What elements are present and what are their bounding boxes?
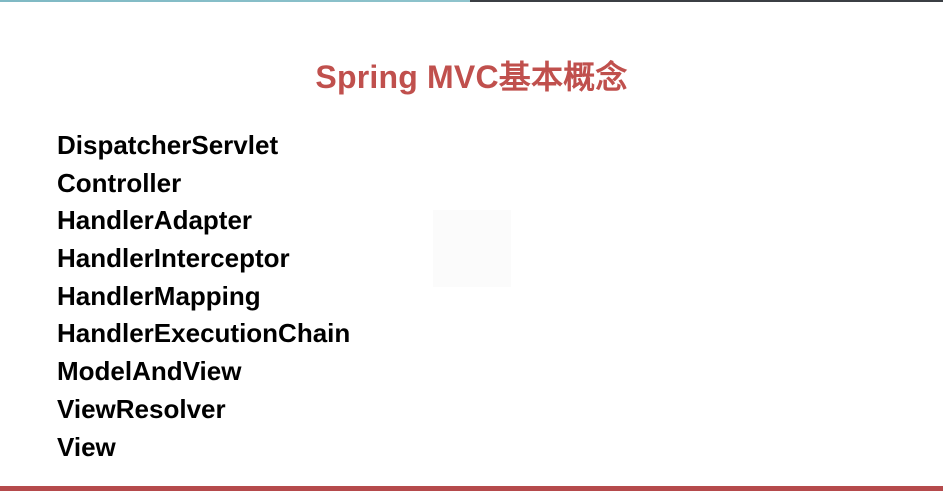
slide-title: Spring MVC基本概念 — [315, 59, 628, 96]
concept-item-controller: Controller — [57, 167, 182, 198]
bottom-accent-bar — [0, 486, 943, 491]
concept-item-modelandview: ModelAndView — [57, 356, 242, 387]
faint-placeholder-box — [433, 210, 511, 287]
concept-list: DispatcherServlet Controller HandlerAdap… — [57, 127, 350, 466]
concept-item-handlermapping: HandlerMapping — [57, 280, 261, 311]
concept-item-handlerinterceptor: HandlerInterceptor — [57, 243, 290, 274]
concept-item-view: View — [57, 431, 116, 462]
concept-item-dispatcherservlet: DispatcherServlet — [57, 130, 279, 160]
concept-item-handleradapter: HandlerAdapter — [57, 205, 253, 236]
concept-item-viewresolver: ViewResolver — [57, 393, 226, 424]
concept-item-handlerexecutionchain: HandlerExecutionChain — [57, 318, 351, 349]
top-accent-strip — [0, 0, 943, 2]
